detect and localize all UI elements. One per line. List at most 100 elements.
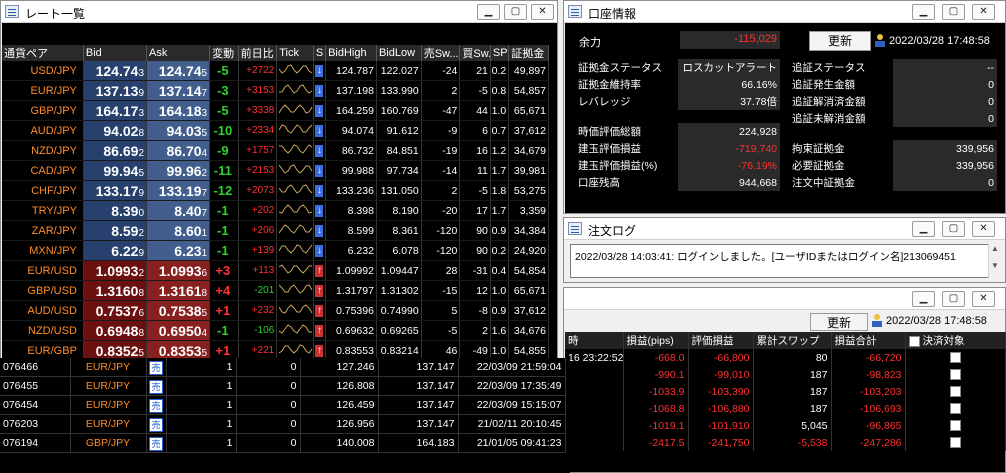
position-row[interactable]: -1019.1 -101,910 5,045 -96,865 <box>565 417 1006 434</box>
position-window-titlebar[interactable]: ▁ ▢ ✕ <box>564 288 1005 310</box>
bid-price[interactable]: 137.139 <box>83 80 148 101</box>
order-log-titlebar[interactable]: 注文ログ ▁ ▢ ✕ <box>564 218 1005 240</box>
close-button[interactable]: ✕ <box>972 291 995 307</box>
column-header[interactable]: 買Sw... <box>459 45 491 61</box>
position-row[interactable]: -1068.8 -106,880 187 -106,693 <box>565 400 1006 417</box>
order-log-scrollbar[interactable]: ▲ ▼ <box>988 244 1001 278</box>
currency-pair[interactable]: GBP/USD <box>2 280 84 301</box>
column-header[interactable]: SP <box>490 45 510 61</box>
column-header[interactable]: S <box>313 45 327 61</box>
settle-checkbox-cell[interactable] <box>905 434 1006 451</box>
rate-row[interactable]: CHF/JPY 133.179 133.197 -12 +2073 ↓ 133.236 131… <box>2 180 549 201</box>
minimize-button[interactable]: ▁ <box>912 4 935 20</box>
refresh-button[interactable]: 更新 <box>809 31 871 51</box>
rate-row[interactable]: AUD/USD 0.75376 0.75385 +1 +232 ↑ 0.75396 0.749… <box>2 300 549 321</box>
bid-price[interactable]: 94.028 <box>83 120 148 141</box>
column-header[interactable]: 前日比 <box>238 45 278 61</box>
position-row[interactable]: 16 23:22:52 -668.0 -66,800 80 -66,720 <box>565 349 1006 366</box>
currency-pair[interactable]: USD/JPY <box>2 61 84 81</box>
column-header[interactable]: Bid <box>83 45 148 61</box>
column-header[interactable]: 証拠金 <box>508 45 549 61</box>
minimize-button[interactable]: ▁ <box>477 4 500 20</box>
ask-price[interactable]: 0.75385 <box>146 300 211 321</box>
ask-price[interactable]: 8.407 <box>146 200 211 221</box>
position-column-header[interactable]: 評価損益 <box>688 332 754 349</box>
maximize-button[interactable]: ▢ <box>942 291 965 307</box>
rate-row[interactable]: GBP/USD 1.31608 1.31618 +4 -201 ↑ 1.31797 1.313… <box>2 280 549 301</box>
currency-pair[interactable]: AUD/JPY <box>2 120 84 141</box>
bid-price[interactable]: 6.229 <box>83 240 148 261</box>
position-column-header[interactable]: 損益合計 <box>831 332 906 349</box>
ask-price[interactable]: 133.197 <box>146 180 211 201</box>
rate-row[interactable]: GBP/JPY 164.173 164.183 -5 +3338 ↓ 164.259 160.… <box>2 100 549 121</box>
currency-pair[interactable]: ZAR/JPY <box>2 220 84 241</box>
rate-row[interactable]: MXN/JPY 6.229 6.231 -1 +139 ↓ 6.232 6.078 -120 90… <box>2 240 549 261</box>
bid-price[interactable]: 124.743 <box>83 61 148 81</box>
ask-price[interactable]: 1.09936 <box>146 260 211 281</box>
ask-price[interactable]: 94.035 <box>146 120 211 141</box>
currency-pair[interactable]: AUD/USD <box>2 300 84 321</box>
position-column-header[interactable]: 決済対象 <box>905 332 1006 349</box>
rate-row[interactable]: USD/JPY 124.743 124.745 -5 +2722 ↓ 124.787 122.… <box>2 61 549 81</box>
position-column-header[interactable]: 累計スワップ <box>753 332 832 349</box>
position-column-header[interactable]: 損益(pips) <box>623 332 689 349</box>
rate-row[interactable]: NZD/JPY 86.692 86.704 -9 +1757 ↓ 86.732 84.851-… <box>2 140 549 161</box>
ask-price[interactable]: 164.183 <box>146 100 211 121</box>
minimize-button[interactable]: ▁ <box>912 291 935 307</box>
close-button[interactable]: ✕ <box>972 4 995 20</box>
column-header[interactable]: 変動 <box>209 45 239 61</box>
position-refresh-button[interactable]: 更新 <box>810 313 868 331</box>
order-row[interactable]: 076455 EUR/JPY 売 1 0 126.808 137.147 22/03/09 1… <box>0 376 566 396</box>
scroll-up-arrow[interactable]: ▲ <box>989 244 1001 253</box>
settle-checkbox-cell[interactable] <box>905 400 1006 417</box>
settle-checkbox[interactable] <box>949 403 961 415</box>
settle-checkbox[interactable] <box>949 420 961 432</box>
bid-price[interactable]: 1.31608 <box>83 280 148 301</box>
settle-checkbox-cell[interactable] <box>905 366 1006 383</box>
maximize-button[interactable]: ▢ <box>942 221 965 237</box>
maximize-button[interactable]: ▢ <box>942 4 965 20</box>
rate-row[interactable]: NZD/USD 0.69488 0.69504 -1 -106 ↑ 0.69632 0.692… <box>2 320 549 341</box>
position-row[interactable]: -1033.9 -103,390 187 -103,203 <box>565 383 1006 400</box>
scroll-down-arrow[interactable]: ▼ <box>989 261 1001 270</box>
settle-checkbox[interactable] <box>949 386 961 398</box>
position-column-header[interactable]: 時 <box>565 332 624 349</box>
select-all-checkbox[interactable] <box>908 335 920 347</box>
bid-price[interactable]: 8.592 <box>83 220 148 241</box>
bid-price[interactable]: 133.179 <box>83 180 148 201</box>
column-header[interactable]: BidHigh <box>325 45 377 61</box>
column-header[interactable]: 売Sw... <box>421 45 461 61</box>
currency-pair[interactable]: MXN/JPY <box>2 240 84 261</box>
settle-checkbox-cell[interactable] <box>905 417 1006 434</box>
currency-pair[interactable]: CHF/JPY <box>2 180 84 201</box>
position-row[interactable]: -2417.5 -241,750 -5,538 -247,286 <box>565 434 1006 451</box>
settle-checkbox[interactable] <box>949 352 961 364</box>
order-row[interactable]: 076454 EUR/JPY 売 1 0 126.459 137.147 22/03/09 1… <box>0 395 566 415</box>
settle-checkbox-cell[interactable] <box>905 383 1006 400</box>
rate-row[interactable]: ZAR/JPY 8.592 8.601 -1 +206 ↓ 8.599 8.361 -120 90… <box>2 220 549 241</box>
maximize-button[interactable]: ▢ <box>504 4 527 20</box>
ask-price[interactable]: 137.147 <box>146 80 211 101</box>
order-row[interactable]: 076194 GBP/JPY 売 1 0 140.008 164.183 21/01/05 0… <box>0 433 566 453</box>
settle-checkbox[interactable] <box>949 437 961 449</box>
close-button[interactable]: ✕ <box>531 4 554 20</box>
close-button[interactable]: ✕ <box>972 221 995 237</box>
order-row[interactable]: 076466 EUR/JPY 売 1 0 127.246 137.147 22/03/09 2… <box>0 358 566 377</box>
rate-row[interactable]: EUR/JPY 137.139 137.147 -3 +3153 ↓ 137.198 133.… <box>2 80 549 101</box>
bid-price[interactable]: 0.75376 <box>83 300 148 321</box>
order-row[interactable]: 076203 EUR/JPY 売 1 0 126.956 137.147 21/02/11 2… <box>0 414 566 434</box>
currency-pair[interactable]: GBP/JPY <box>2 100 84 121</box>
ask-price[interactable]: 86.704 <box>146 140 211 161</box>
column-header[interactable]: BidLow <box>376 45 422 61</box>
column-header[interactable]: Tick <box>276 45 314 61</box>
position-row[interactable]: -990.1 -99,010 187 -98,823 <box>565 366 1006 383</box>
currency-pair[interactable]: EUR/JPY <box>2 80 84 101</box>
ask-price[interactable]: 99.962 <box>146 160 211 181</box>
rate-window-titlebar[interactable]: レート一覧 ▁ ▢ ✕ <box>1 1 557 23</box>
column-header[interactable]: Ask <box>146 45 211 61</box>
currency-pair[interactable]: NZD/JPY <box>2 140 84 161</box>
rate-row[interactable]: AUD/JPY 94.028 94.035 -10 +2334 ↓ 94.074 91.612… <box>2 120 549 141</box>
settle-checkbox-cell[interactable] <box>905 349 1006 366</box>
minimize-button[interactable]: ▁ <box>912 221 935 237</box>
settle-checkbox[interactable] <box>949 369 961 381</box>
